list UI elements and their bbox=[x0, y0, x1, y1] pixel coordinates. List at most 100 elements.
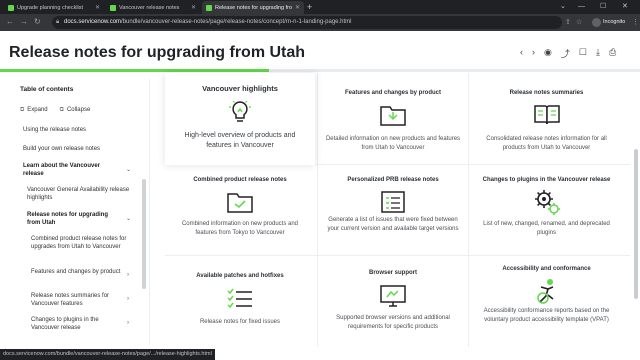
card-title: Browser support bbox=[368, 270, 417, 276]
download-icon[interactable]: ⤓ bbox=[596, 47, 600, 60]
chevron-right-icon[interactable]: › bbox=[127, 296, 129, 302]
list-icon bbox=[380, 190, 406, 219]
back-icon[interactable]: ← bbox=[6, 17, 14, 27]
reload-icon[interactable]: ↻ bbox=[34, 17, 41, 27]
collapse-label: Collapse bbox=[66, 107, 91, 113]
card-combined-product-notes[interactable]: Combined product release notes Combined … bbox=[165, 165, 315, 255]
browser-toolbar: ← → ↻ 🔒︎ docs.servicenow.com/bundle/vanc… bbox=[0, 14, 640, 31]
lightbulb-icon bbox=[229, 99, 251, 130]
url-domain: docs.servicenow.com bbox=[64, 19, 122, 25]
card-title: Release notes summaries bbox=[509, 90, 584, 96]
close-icon[interactable]: ✕ bbox=[95, 4, 100, 11]
toc-item-ga-highlights[interactable]: Vancouver General Availability release h… bbox=[27, 187, 133, 202]
new-tab-icon[interactable]: + bbox=[307, 2, 312, 12]
browser-tab-upgrade-checklist[interactable]: Upgrade planning checklist ✕ bbox=[4, 1, 104, 14]
card-vancouver-highlights[interactable]: Vancouver highlights High-level overview… bbox=[165, 73, 315, 165]
bookmark-page-icon[interactable]: ☐ bbox=[579, 47, 587, 60]
toc-item-plugin-changes[interactable]: Changes to plugins in the Vancouver rele… bbox=[31, 317, 123, 332]
card-title: Vancouver highlights bbox=[202, 84, 278, 93]
toc-item-using-release-notes[interactable]: Using the release notes bbox=[23, 127, 133, 135]
card-description: Combined information on new products and… bbox=[181, 221, 299, 236]
toc-item-features-by-product[interactable]: Features and changes by product bbox=[31, 269, 121, 277]
forward-icon[interactable]: → bbox=[20, 17, 28, 27]
card-browser-support[interactable]: Browser support Supported browser versio… bbox=[318, 256, 468, 348]
maximize-icon[interactable]: ☐ bbox=[600, 2, 606, 12]
servicenow-favicon-icon bbox=[110, 4, 116, 11]
chevron-right-icon[interactable]: › bbox=[127, 272, 129, 278]
chevron-down-icon[interactable]: ⌄ bbox=[126, 215, 131, 222]
bookmark-icon[interactable]: ☆ bbox=[576, 18, 582, 27]
toc-item-build-release-notes[interactable]: Build your own release notes bbox=[23, 146, 133, 154]
collapse-button[interactable]: ⧉ Collapse bbox=[60, 107, 91, 114]
card-description: Detailed information on new products and… bbox=[325, 136, 461, 151]
browser-tab-strip: Upgrade planning checklist ✕ Vancouver r… bbox=[0, 0, 640, 14]
share-page-icon[interactable]: ⤴ bbox=[561, 47, 570, 60]
view-icon[interactable]: ◉ bbox=[544, 47, 552, 60]
toc-scrollbar[interactable] bbox=[142, 179, 146, 289]
card-description: List of new, changed, renamed, and depre… bbox=[483, 221, 610, 236]
tab-search-icon[interactable]: ⌄ bbox=[560, 2, 566, 12]
chevron-down-icon[interactable]: ⌄ bbox=[126, 166, 131, 173]
reading-progress-bar bbox=[0, 69, 640, 72]
browser-tab-vancouver-release-notes[interactable]: Vancouver release notes ✕ bbox=[106, 1, 200, 14]
close-icon[interactable]: ✕ bbox=[295, 4, 300, 11]
previous-page-icon[interactable]: ‹ bbox=[520, 47, 523, 60]
card-title: Changes to plugins in the Vancouver rele… bbox=[482, 177, 611, 183]
toc-item-combined-product-notes[interactable]: Combined product release notes for upgra… bbox=[31, 236, 131, 251]
incognito-indicator[interactable]: Incognito bbox=[592, 17, 625, 28]
card-title: Accessibility and conformance bbox=[502, 266, 591, 272]
card-title: Available patches and hotfixes bbox=[196, 273, 284, 279]
card-release-notes-summaries[interactable]: Release notes summaries Consolidated rel… bbox=[469, 73, 624, 165]
expand-label: Expand bbox=[27, 107, 48, 113]
toc-item-upgrading-from-utah[interactable]: Release notes for upgrading from Utah bbox=[27, 212, 119, 227]
page-content: Release notes for upgrading from Utah ‹ … bbox=[0, 31, 640, 349]
folder-check-icon bbox=[226, 190, 254, 219]
close-icon[interactable]: ✕ bbox=[191, 4, 196, 11]
browser-menu-icon[interactable]: ⋮ bbox=[632, 18, 639, 27]
card-description: Supported browser versions and additiona… bbox=[336, 315, 450, 330]
tab-title: Vancouver release notes bbox=[119, 4, 180, 11]
next-page-icon[interactable]: › bbox=[532, 47, 535, 60]
card-features-by-product[interactable]: Features and changes by product Detailed… bbox=[318, 73, 468, 165]
browser-tab-release-notes-utah[interactable]: Release notes for upgrading fro ✕ bbox=[202, 1, 304, 14]
lock-icon: 🔒︎ bbox=[56, 19, 60, 25]
status-bar-url: docs.servicenow.com/bundle/vancouver-rel… bbox=[0, 349, 215, 360]
servicenow-favicon-icon bbox=[206, 4, 212, 11]
page-tools: ‹ › ◉ ⤴ ☐ ⤓ ⎙ bbox=[520, 47, 616, 60]
tab-title: Upgrade planning checklist bbox=[17, 4, 84, 11]
tab-title: Release notes for upgrading fro bbox=[215, 4, 292, 11]
minimize-icon[interactable]: — bbox=[578, 2, 585, 12]
expand-button[interactable]: ⧉ Expand bbox=[20, 107, 48, 114]
incognito-label: Incognito bbox=[603, 19, 626, 25]
card-title: Personalized PRB release notes bbox=[347, 177, 439, 183]
card-title: Features and changes by product bbox=[344, 90, 442, 96]
folder-icon bbox=[379, 103, 407, 132]
share-icon[interactable]: ⇪ bbox=[565, 18, 571, 27]
table-of-contents: Table of contents ⧉ Expand ⧉ Collapse Usin… bbox=[10, 79, 150, 345]
card-description: Consolidated release notes information f… bbox=[486, 136, 607, 151]
toc-controls: ⧉ Expand ⧉ Collapse bbox=[20, 107, 90, 114]
chevron-right-icon[interactable]: › bbox=[127, 320, 129, 326]
collapse-icon: ⧉ bbox=[59, 107, 64, 113]
url-path: /bundle/vancouver-release-notes/page/rel… bbox=[121, 19, 352, 25]
toc-item-learn-vancouver[interactable]: Learn about the Vancouver release bbox=[23, 163, 119, 178]
page-scrollbar[interactable] bbox=[634, 149, 638, 299]
card-accessibility[interactable]: Accessibility and conformance Accessibil… bbox=[469, 256, 624, 348]
close-window-icon[interactable]: ✕ bbox=[622, 2, 628, 12]
page-title: Release notes for upgrading from Utah bbox=[9, 44, 306, 61]
address-bar[interactable]: 🔒︎ docs.servicenow.com/bundle/vancouver-… bbox=[52, 16, 562, 29]
incognito-icon bbox=[592, 18, 601, 27]
checklist-icon bbox=[226, 286, 254, 315]
accessibility-icon bbox=[533, 277, 561, 310]
reading-progress-fill bbox=[0, 69, 269, 72]
card-description: Generate a list of issues that were fixe… bbox=[327, 217, 459, 232]
servicenow-favicon-icon bbox=[8, 4, 14, 11]
print-icon[interactable]: ⎙ bbox=[609, 47, 616, 60]
monitor-icon bbox=[379, 284, 407, 313]
card-patches-hotfixes[interactable]: Available patches and hotfixes Release n… bbox=[165, 256, 315, 348]
card-plugin-changes[interactable]: Changes to plugins in the Vancouver rele… bbox=[469, 165, 624, 255]
card-description: High-level overview of products and feat… bbox=[184, 132, 296, 149]
card-title: Combined product release notes bbox=[193, 177, 287, 183]
toc-item-summaries[interactable]: Release notes summaries for Vancouver fe… bbox=[31, 293, 123, 308]
card-personalized-prb[interactable]: Personalized PRB release notes Generate … bbox=[318, 165, 468, 255]
